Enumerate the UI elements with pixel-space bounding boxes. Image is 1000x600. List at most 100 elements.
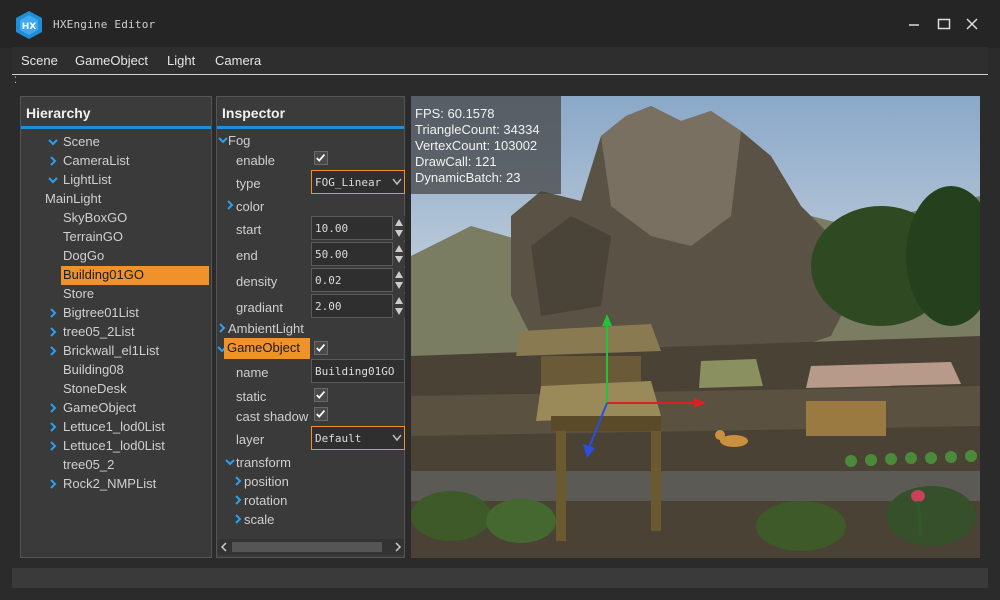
- fog-end-label: end: [236, 248, 258, 263]
- scale-label: scale: [244, 512, 275, 527]
- dynamic-batch-text: DynamicBatch: 23: [415, 170, 521, 185]
- tree-item[interactable]: Rock2_NMPList: [50, 475, 209, 494]
- chevron-right-icon[interactable]: [47, 345, 59, 357]
- go-layer-label: layer: [236, 432, 265, 447]
- tree-item-label: SkyBoxGO: [63, 210, 128, 225]
- hierarchy-panel: Hierarchy Scene CameraList LightList MainLi…: [20, 96, 212, 558]
- tree-item[interactable]: Lettuce1_lod0List: [50, 418, 209, 437]
- tree-item[interactable]: SkyBoxGO: [61, 209, 209, 228]
- chevron-down-icon[interactable]: [47, 174, 59, 186]
- menu-gameobject[interactable]: GameObject: [75, 53, 148, 68]
- fog-end-spinner[interactable]: [393, 242, 405, 266]
- tree-item[interactable]: MainLight: [21, 190, 209, 209]
- fog-gradiant-input[interactable]: 2.00: [311, 294, 393, 318]
- tree-root-scene[interactable]: Scene: [48, 133, 209, 152]
- fog-density-spinner[interactable]: [393, 268, 405, 292]
- fog-density-input[interactable]: 0.02: [311, 268, 393, 292]
- scrollbar-thumb[interactable]: [232, 542, 382, 552]
- tree-item[interactable]: Brickwall_el1List: [50, 342, 209, 361]
- svg-text:HX: HX: [22, 22, 37, 32]
- tree-item[interactable]: tree05_2List: [50, 323, 209, 342]
- maximize-icon[interactable]: [934, 14, 954, 34]
- tree-item-label: Building01GO: [63, 267, 144, 282]
- fog-start-input[interactable]: 10.00: [311, 216, 393, 240]
- tree-item-label: Building08: [63, 362, 124, 377]
- go-layer-select[interactable]: Default: [311, 426, 405, 450]
- close-icon[interactable]: [962, 14, 982, 34]
- scroll-right-icon[interactable]: [394, 542, 402, 552]
- tree-item[interactable]: DogGo: [61, 247, 209, 266]
- go-cast-shadow-checkbox[interactable]: [314, 407, 328, 421]
- tree-item-label: MainLight: [45, 191, 102, 206]
- fog-type-label: type: [236, 176, 261, 191]
- menu-camera[interactable]: Camera: [215, 53, 261, 68]
- minimize-icon[interactable]: [904, 14, 924, 34]
- chevron-right-icon[interactable]: [47, 307, 59, 319]
- spinner-arrows-icon: [395, 219, 403, 237]
- tree-item-label: StoneDesk: [63, 381, 127, 396]
- chevron-right-icon[interactable]: [47, 478, 59, 490]
- tree-item[interactable]: Lettuce1_lod0List: [50, 437, 209, 456]
- tree-item-label: Scene: [63, 134, 100, 149]
- color-expand-icon[interactable]: [224, 199, 236, 211]
- chevron-right-icon[interactable]: [47, 326, 59, 338]
- transform-expand-icon[interactable]: [224, 456, 236, 468]
- tree-item-label: LightList: [63, 172, 112, 187]
- status-bar: [12, 568, 988, 588]
- tree-item-label: DogGo: [63, 248, 105, 263]
- inspector-title: Inspector: [217, 97, 404, 129]
- position-expand-icon[interactable]: [232, 475, 244, 487]
- go-layer-value: Default: [315, 432, 362, 445]
- chevron-down-icon: [392, 178, 402, 186]
- transform-label: transform: [236, 455, 291, 470]
- app-title: HXEngine Editor: [53, 18, 156, 31]
- gameobject-enabled-checkbox[interactable]: [314, 341, 328, 355]
- tree-item-label: CameraList: [63, 153, 130, 168]
- chevron-down-icon[interactable]: [47, 136, 59, 148]
- gameobject-section-label[interactable]: GameObject: [224, 338, 310, 359]
- tree-item[interactable]: StoneDesk: [61, 380, 209, 399]
- scroll-left-icon[interactable]: [220, 542, 228, 552]
- spinner-arrows-icon: [395, 245, 403, 263]
- tree-item[interactable]: Building08: [61, 361, 209, 380]
- tree-item[interactable]: TerrainGO: [61, 228, 209, 247]
- fog-enable-checkbox[interactable]: [314, 151, 328, 165]
- tree-item[interactable]: Store: [61, 285, 209, 304]
- rotation-expand-icon[interactable]: [232, 494, 244, 506]
- chevron-right-icon[interactable]: [47, 421, 59, 433]
- chevron-right-icon[interactable]: [47, 155, 59, 167]
- chevron-right-icon[interactable]: [47, 440, 59, 452]
- chevron-down-icon: [392, 434, 402, 442]
- tree-item[interactable]: CameraList: [50, 152, 209, 171]
- tree-item[interactable]: Building01GO: [61, 266, 209, 285]
- tree-item[interactable]: tree05_2: [61, 456, 209, 475]
- fog-enable-label: enable: [236, 153, 276, 168]
- position-label: position: [244, 474, 289, 489]
- tree-item[interactable]: LightList: [48, 171, 209, 190]
- hxengine-logo-icon: HX: [16, 11, 42, 39]
- chevron-right-icon[interactable]: [47, 402, 59, 414]
- ambient-expand-icon[interactable]: [216, 322, 228, 334]
- go-name-label: name: [236, 365, 269, 380]
- fog-type-select[interactable]: FOG_Linear: [311, 170, 405, 194]
- tree-item[interactable]: GameObject: [50, 399, 209, 418]
- go-static-checkbox[interactable]: [314, 388, 328, 402]
- fps-text: FPS: 60.1578: [415, 106, 495, 121]
- go-name-input[interactable]: Building01GO: [311, 359, 405, 383]
- tree-item[interactable]: Bigtree01List: [50, 304, 209, 323]
- menu-light[interactable]: Light: [167, 53, 195, 68]
- fog-end-input[interactable]: 50.00: [311, 242, 393, 266]
- inspector-hscrollbar[interactable]: [218, 539, 404, 555]
- fog-gradiant-spinner[interactable]: [393, 294, 405, 318]
- tree-item-label: Lettuce1_lod0List: [63, 419, 165, 434]
- tree-item-label: Bigtree01List: [63, 305, 139, 320]
- spinner-arrows-icon: [395, 297, 403, 315]
- scale-expand-icon[interactable]: [232, 513, 244, 525]
- go-static-label: static: [236, 389, 267, 404]
- menu-scene[interactable]: Scene: [21, 53, 58, 68]
- fog-start-spinner[interactable]: [393, 216, 405, 240]
- fog-gradiant-label: gradiant: [236, 300, 283, 315]
- go-cast-shadow-label: cast shadow: [236, 409, 309, 424]
- tree-item-label: GameObject: [63, 400, 136, 415]
- scene-viewport[interactable]: FPS: 60.1578 TriangleCount: 34334 Vertex…: [411, 96, 980, 558]
